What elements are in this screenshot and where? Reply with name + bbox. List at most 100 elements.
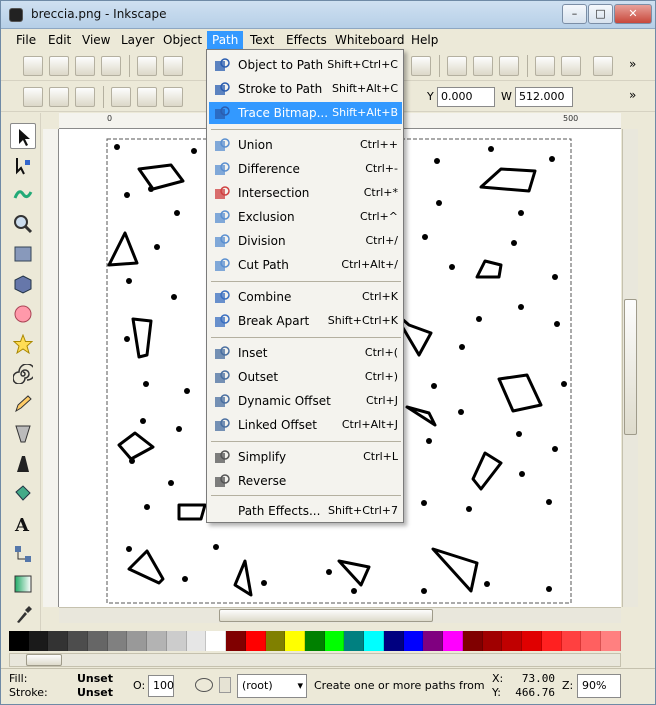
rotate-ccw-icon[interactable] bbox=[111, 87, 131, 107]
print-icon[interactable] bbox=[101, 56, 121, 76]
tweak-tool-icon[interactable] bbox=[10, 181, 36, 207]
vertical-scrollbar[interactable] bbox=[622, 129, 638, 607]
horizontal-scroll-thumb[interactable] bbox=[219, 609, 433, 622]
path-menu-item-outset[interactable]: Outset Ctrl+) bbox=[209, 366, 402, 388]
palette-swatch[interactable] bbox=[245, 631, 266, 651]
calligraphy-tool-icon[interactable] bbox=[10, 451, 36, 477]
save-file-icon[interactable] bbox=[75, 56, 95, 76]
palette-swatch[interactable] bbox=[344, 631, 365, 651]
palette-swatch[interactable] bbox=[265, 631, 286, 651]
ungroup-icon[interactable] bbox=[561, 56, 581, 76]
palette-swatch[interactable] bbox=[423, 631, 444, 651]
export-icon[interactable] bbox=[163, 56, 183, 76]
toolbar-overflow-icon[interactable]: » bbox=[629, 88, 636, 102]
close-button[interactable]: ✕ bbox=[614, 4, 652, 24]
menu-edit[interactable]: Edit bbox=[43, 31, 76, 49]
path-menu-item-stroke-to-path[interactable]: Stroke to Path Shift+Alt+C bbox=[209, 78, 402, 100]
flip-horizontal-icon[interactable] bbox=[163, 87, 183, 107]
dropper-tool-icon[interactable] bbox=[10, 601, 36, 627]
palette-swatch[interactable] bbox=[166, 631, 187, 651]
path-menu-item-division[interactable]: Division Ctrl+/ bbox=[209, 230, 402, 252]
path-menu-item-path-effects[interactable]: Path Effects... Shift+Ctrl+7 bbox=[209, 500, 402, 522]
palette-swatch[interactable] bbox=[9, 631, 29, 651]
path-menu-item-combine[interactable]: Combine Ctrl+K bbox=[209, 286, 402, 308]
palette-swatch[interactable] bbox=[601, 631, 621, 651]
menu-text[interactable]: Text bbox=[245, 31, 279, 49]
clone-icon[interactable] bbox=[473, 56, 493, 76]
palette-swatch[interactable] bbox=[28, 631, 49, 651]
palette-swatch[interactable] bbox=[226, 631, 246, 651]
palette-swatch[interactable] bbox=[522, 631, 542, 651]
menu-effects[interactable]: Effects bbox=[281, 31, 332, 49]
y-coordinate-field[interactable]: 0.000 bbox=[437, 87, 495, 107]
maximize-button[interactable]: □ bbox=[588, 4, 613, 24]
palette-swatch[interactable] bbox=[147, 631, 167, 651]
path-menu-item-linked-offset[interactable]: Linked Offset Ctrl+Alt+J bbox=[209, 414, 402, 436]
connector-tool-icon[interactable] bbox=[10, 541, 36, 567]
menu-whiteboard[interactable]: Whiteboard bbox=[330, 31, 410, 49]
path-menu-item-difference[interactable]: Difference Ctrl+- bbox=[209, 158, 402, 180]
vertical-scroll-thumb[interactable] bbox=[624, 299, 637, 435]
path-menu-item-break-apart[interactable]: Break Apart Shift+Ctrl+K bbox=[209, 310, 402, 332]
menu-help[interactable]: Help bbox=[406, 31, 443, 49]
import-icon[interactable] bbox=[137, 56, 157, 76]
palette-swatch[interactable] bbox=[68, 631, 88, 651]
open-file-icon[interactable] bbox=[49, 56, 69, 76]
palette-scroll-thumb[interactable] bbox=[26, 654, 62, 666]
path-menu-item-inset[interactable]: Inset Ctrl+( bbox=[209, 342, 402, 364]
palette-swatch[interactable] bbox=[127, 631, 148, 651]
select-all-icon[interactable] bbox=[23, 87, 43, 107]
palette-swatch[interactable] bbox=[305, 631, 325, 651]
zoom-corner-icon[interactable] bbox=[621, 113, 639, 129]
3d-box-tool-icon[interactable] bbox=[10, 271, 36, 297]
path-menu-item-union[interactable]: Union Ctrl++ bbox=[209, 134, 402, 156]
node-tool-icon[interactable] bbox=[10, 153, 36, 179]
palette-swatch[interactable] bbox=[561, 631, 582, 651]
lock-icon[interactable] bbox=[219, 677, 231, 693]
palette-swatch[interactable] bbox=[285, 631, 306, 651]
palette-swatch[interactable] bbox=[87, 631, 108, 651]
pencil-tool-icon[interactable] bbox=[10, 391, 36, 417]
layer-select[interactable]: (root) ▾ bbox=[237, 674, 307, 698]
palette-swatch[interactable] bbox=[581, 631, 602, 651]
palette-swatch[interactable] bbox=[107, 631, 128, 651]
width-field[interactable]: 512.000 bbox=[515, 87, 573, 107]
visibility-eye-icon[interactable] bbox=[195, 678, 213, 692]
path-menu-item-simplify[interactable]: Simplify Ctrl+L bbox=[209, 446, 402, 468]
select-all-layers-icon[interactable] bbox=[49, 87, 69, 107]
palette-swatch[interactable] bbox=[462, 631, 483, 651]
palette-swatch[interactable] bbox=[206, 631, 227, 651]
palette-swatch[interactable] bbox=[364, 631, 384, 651]
opacity-field[interactable]: 100 bbox=[148, 675, 174, 697]
zoom-field[interactable]: 90% bbox=[577, 674, 621, 698]
unlink-clone-icon[interactable] bbox=[499, 56, 519, 76]
deselect-icon[interactable] bbox=[75, 87, 95, 107]
path-menu-item-reverse[interactable]: Reverse bbox=[209, 470, 402, 492]
zoom-drawing-icon[interactable] bbox=[411, 56, 431, 76]
palette-swatch[interactable] bbox=[482, 631, 503, 651]
path-menu-item-dynamic-offset[interactable]: Dynamic Offset Ctrl+J bbox=[209, 390, 402, 412]
palette-swatch[interactable] bbox=[186, 631, 207, 651]
palette-swatch[interactable] bbox=[502, 631, 523, 651]
path-menu-item-intersection[interactable]: Intersection Ctrl+* bbox=[209, 182, 402, 204]
toolbar-overflow-icon[interactable]: » bbox=[629, 57, 636, 71]
palette-swatch[interactable] bbox=[443, 631, 463, 651]
group-icon[interactable] bbox=[535, 56, 555, 76]
palette-swatch[interactable] bbox=[541, 631, 562, 651]
rotate-cw-icon[interactable] bbox=[137, 87, 157, 107]
menu-path[interactable]: Path bbox=[207, 31, 244, 49]
selector-tool-icon[interactable] bbox=[10, 123, 36, 149]
spiral-tool-icon[interactable] bbox=[10, 361, 36, 387]
palette-swatch[interactable] bbox=[48, 631, 69, 651]
rectangle-tool-icon[interactable] bbox=[10, 241, 36, 267]
path-menu-item-exclusion[interactable]: Exclusion Ctrl+^ bbox=[209, 206, 402, 228]
fill-value[interactable]: Unset bbox=[77, 672, 113, 685]
palette-scrollbar[interactable] bbox=[9, 653, 621, 667]
menu-layer[interactable]: Layer bbox=[116, 31, 159, 49]
zoom-tool-icon[interactable] bbox=[10, 211, 36, 237]
fill-stroke-icon[interactable] bbox=[593, 56, 613, 76]
pen-tool-icon[interactable] bbox=[10, 421, 36, 447]
text-tool-icon[interactable]: A bbox=[10, 511, 36, 537]
palette-swatch[interactable] bbox=[324, 631, 345, 651]
star-tool-icon[interactable] bbox=[10, 331, 36, 357]
